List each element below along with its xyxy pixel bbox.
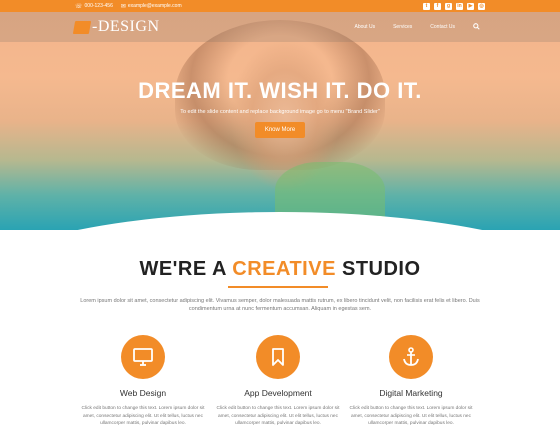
phone-icon: ☏	[75, 3, 83, 10]
heading-pre: WE'RE A	[139, 258, 233, 280]
hero-subtitle: To edit the slide content and replace ba…	[180, 109, 380, 115]
service-description: Click edit button to change this text. L…	[81, 406, 205, 426]
service-digital-marketing: Digital Marketing Click edit button to c…	[341, 335, 481, 428]
bookmark-icon	[272, 348, 284, 366]
search-icon[interactable]	[473, 22, 480, 32]
service-web-design: Web Design Click edit button to change t…	[73, 335, 213, 428]
section-intro: Lorem ipsum dolor sit amet, consectetur …	[80, 298, 480, 312]
contact-info: ☏ 000-123-456 ✉ example@example.com	[75, 3, 182, 10]
service-description: Click edit button to change this text. L…	[216, 406, 340, 426]
top-bar: ☏ 000-123-456 ✉ example@example.com t f g …	[0, 0, 560, 12]
google-plus-icon[interactable]: g	[445, 2, 452, 10]
twitter-icon[interactable]: t	[423, 2, 430, 10]
service-app-development: App Development Click edit button to cha…	[208, 335, 348, 428]
heading-accent: CREATIVE	[232, 258, 336, 280]
service-title: Digital Marketing	[379, 388, 443, 398]
service-description: Click edit button to change this text. L…	[349, 406, 473, 426]
logo-mark	[72, 20, 92, 34]
service-icon-circle[interactable]	[121, 335, 165, 379]
service-title: App Development	[244, 388, 312, 398]
email-link[interactable]: ✉ example@example.com	[121, 3, 182, 10]
monitor-icon	[133, 348, 153, 366]
service-icon-circle[interactable]	[256, 335, 300, 379]
linkedin-icon[interactable]: in	[456, 2, 463, 10]
nav-about-us[interactable]: About Us	[355, 24, 376, 30]
logo-text: -DESIGN	[92, 18, 160, 35]
hero-bottom-curve	[0, 212, 560, 230]
nav-contact-us[interactable]: Contact Us	[430, 24, 455, 30]
section-heading: WE'RE A CREATIVE STUDIO	[0, 258, 560, 281]
youtube-icon[interactable]: ▶	[467, 2, 474, 10]
service-title: Web Design	[119, 388, 167, 398]
hero-title: DREAM IT. WISH IT. DO IT.	[138, 78, 422, 103]
site-header: -DESIGN About Us Services Contact Us	[0, 12, 560, 42]
nav-services[interactable]: Services	[393, 24, 412, 30]
service-icon-circle[interactable]	[389, 335, 433, 379]
heading-post: STUDIO	[335, 258, 421, 280]
site-logo[interactable]: -DESIGN	[72, 18, 160, 36]
know-more-button[interactable]: Know More	[254, 122, 306, 138]
anchor-icon	[403, 347, 419, 366]
instagram-icon[interactable]: ◎	[478, 2, 485, 10]
phone-text: 000-123-456	[84, 3, 113, 9]
main-nav: About Us Services Contact Us	[355, 22, 481, 32]
hero-content: DREAM IT. WISH IT. DO IT. To edit the sl…	[0, 78, 560, 138]
phone-link[interactable]: ☏ 000-123-456	[75, 3, 113, 10]
social-links: t f g in ▶ ◎	[423, 2, 485, 10]
services-row: Web Design Click edit button to change t…	[0, 335, 560, 436]
facebook-icon[interactable]: f	[434, 2, 441, 10]
email-text: example@example.com	[127, 3, 182, 9]
mail-icon: ✉	[120, 3, 126, 10]
heading-underline	[228, 286, 328, 288]
